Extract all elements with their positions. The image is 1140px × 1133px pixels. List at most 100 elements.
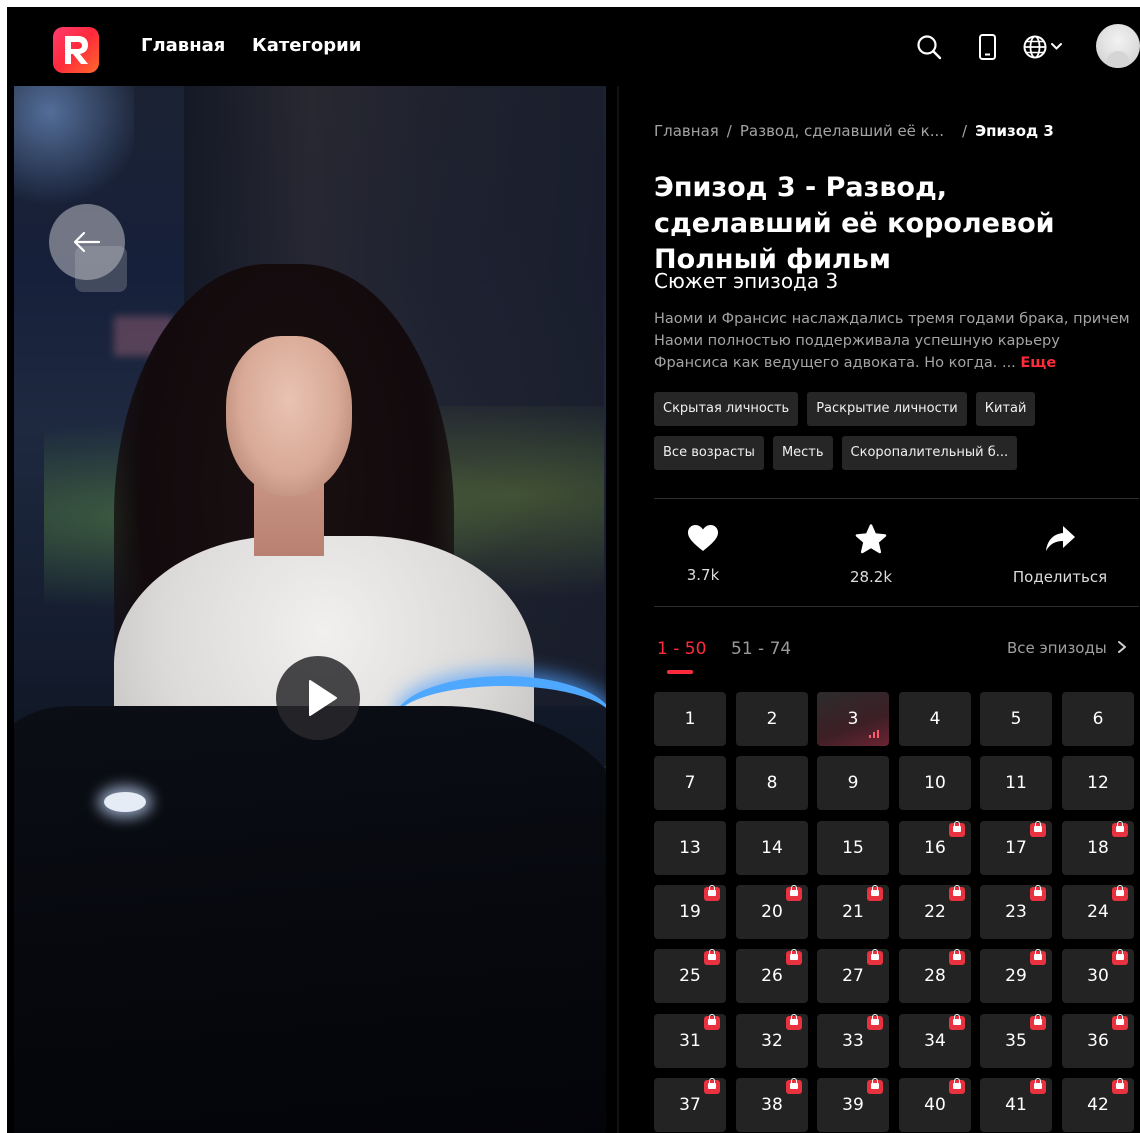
- back-button[interactable]: [49, 204, 125, 280]
- logo[interactable]: [53, 27, 99, 73]
- play-button[interactable]: [276, 656, 360, 740]
- phone-icon[interactable]: [972, 31, 1004, 63]
- plot-text: Наоми и Франсис наслаждались тремя годам…: [654, 308, 1134, 374]
- episode-tile[interactable]: 19: [654, 885, 726, 939]
- episode-tile[interactable]: 12: [1062, 756, 1134, 810]
- range-tab-2[interactable]: 51 - 74: [731, 639, 791, 659]
- episode-number: 13: [679, 838, 701, 858]
- globe-icon[interactable]: [1021, 31, 1071, 63]
- episode-tile[interactable]: 17: [980, 821, 1052, 875]
- episode-number: 33: [842, 1031, 864, 1051]
- range-tab-1[interactable]: 1 - 50: [657, 639, 706, 659]
- episode-tile[interactable]: 23: [980, 885, 1052, 939]
- breadcrumb: Главная / Развод, сделавший её к... / Эпизод…: [654, 122, 1054, 140]
- episode-tile[interactable]: 8: [736, 756, 808, 810]
- episode-tile[interactable]: 31: [654, 1014, 726, 1068]
- lock-icon: [704, 885, 720, 901]
- episode-tile[interactable]: 36: [1062, 1014, 1134, 1068]
- episode-tile[interactable]: 22: [899, 885, 971, 939]
- share-button[interactable]: Поделиться: [1005, 524, 1115, 586]
- episode-tile[interactable]: 28: [899, 949, 971, 1003]
- tag[interactable]: Все возрасты: [654, 436, 764, 470]
- chevron-right-icon: [1118, 641, 1127, 653]
- search-icon[interactable]: [913, 31, 945, 63]
- episode-tile[interactable]: 11: [980, 756, 1052, 810]
- share-label: Поделиться: [1012, 568, 1108, 586]
- episode-tile[interactable]: 15: [817, 821, 889, 875]
- episode-tile[interactable]: 9: [817, 756, 889, 810]
- avatar[interactable]: [1096, 24, 1140, 68]
- episode-number: 26: [761, 966, 783, 986]
- episode-tile[interactable]: 10: [899, 756, 971, 810]
- video-scene-light: [14, 86, 134, 216]
- all-episodes-link[interactable]: Все эпизоды: [1007, 639, 1129, 657]
- tag[interactable]: Скрытая личность: [654, 392, 799, 426]
- episode-tile[interactable]: 30: [1062, 949, 1134, 1003]
- episode-tile[interactable]: 21: [817, 885, 889, 939]
- episode-tile[interactable]: 34: [899, 1014, 971, 1068]
- favorite-count: 28.2k: [849, 568, 893, 586]
- episode-tile[interactable]: 4: [899, 692, 971, 746]
- episode-tile[interactable]: 35: [980, 1014, 1052, 1068]
- episode-panel: Главная / Развод, сделавший её к... / Эпизод…: [619, 86, 1140, 1133]
- breadcrumb-series[interactable]: Развод, сделавший её к...: [740, 122, 944, 140]
- episode-tile[interactable]: 37: [654, 1078, 726, 1132]
- episode-number: 35: [1005, 1031, 1027, 1051]
- episode-tile[interactable]: 27: [817, 949, 889, 1003]
- episode-tile[interactable]: 38: [736, 1078, 808, 1132]
- episode-tile[interactable]: 5: [980, 692, 1052, 746]
- heart-icon: [688, 525, 718, 551]
- tag[interactable]: Китай: [975, 392, 1036, 426]
- episode-tile[interactable]: 24: [1062, 885, 1134, 939]
- arrow-left-icon: [73, 231, 101, 253]
- episode-tile[interactable]: 16: [899, 821, 971, 875]
- lock-icon: [1030, 1014, 1046, 1030]
- video-player[interactable]: [14, 86, 606, 1133]
- episode-tile[interactable]: 32: [736, 1014, 808, 1068]
- episode-number: 25: [679, 966, 701, 986]
- episode-tile[interactable]: 26: [736, 949, 808, 1003]
- episode-tile[interactable]: 13: [654, 821, 726, 875]
- nav-home-link[interactable]: Главная: [141, 35, 225, 56]
- episode-tile[interactable]: 42: [1062, 1078, 1134, 1132]
- episode-number: 19: [679, 902, 701, 922]
- episode-tile[interactable]: 3: [817, 692, 889, 746]
- top-navigation: Главная Категории: [7, 7, 1140, 85]
- divider: [654, 498, 1139, 499]
- episode-number: 36: [1087, 1031, 1109, 1051]
- episode-tile[interactable]: 1: [654, 692, 726, 746]
- episode-number: 20: [761, 902, 783, 922]
- episode-number: 31: [679, 1031, 701, 1051]
- episode-tile[interactable]: 20: [736, 885, 808, 939]
- episode-tile[interactable]: 6: [1062, 692, 1134, 746]
- episode-tile[interactable]: 7: [654, 756, 726, 810]
- like-button[interactable]: 3.7k: [677, 524, 729, 584]
- episode-tile[interactable]: 29: [980, 949, 1052, 1003]
- episode-tile[interactable]: 14: [736, 821, 808, 875]
- lock-icon: [786, 885, 802, 901]
- episode-number: 28: [924, 966, 946, 986]
- breadcrumb-home[interactable]: Главная: [654, 122, 719, 140]
- like-count: 3.7k: [686, 566, 720, 584]
- tag[interactable]: Месть: [772, 436, 833, 470]
- video-scene-headlight: [104, 792, 146, 812]
- all-episodes-label: Все эпизоды: [1007, 639, 1107, 657]
- lock-icon: [1112, 1014, 1128, 1030]
- episode-tile[interactable]: 33: [817, 1014, 889, 1068]
- episode-number: 16: [924, 838, 946, 858]
- favorite-button[interactable]: 28.2k: [841, 524, 901, 586]
- episode-tile[interactable]: 40: [899, 1078, 971, 1132]
- episode-number: 41: [1005, 1095, 1027, 1115]
- lock-icon: [949, 1014, 965, 1030]
- video-scene-face: [226, 336, 352, 496]
- tag[interactable]: Скоропалительный б...: [841, 436, 1018, 470]
- tag[interactable]: Раскрытие личности: [807, 392, 967, 426]
- episode-tile[interactable]: 18: [1062, 821, 1134, 875]
- breadcrumb-current: Эпизод 3: [975, 122, 1054, 140]
- more-link[interactable]: Еще: [1020, 355, 1056, 371]
- episode-tile[interactable]: 2: [736, 692, 808, 746]
- nav-categories-link[interactable]: Категории: [252, 35, 361, 56]
- episode-tile[interactable]: 39: [817, 1078, 889, 1132]
- episode-tile[interactable]: 25: [654, 949, 726, 1003]
- episode-tile[interactable]: 41: [980, 1078, 1052, 1132]
